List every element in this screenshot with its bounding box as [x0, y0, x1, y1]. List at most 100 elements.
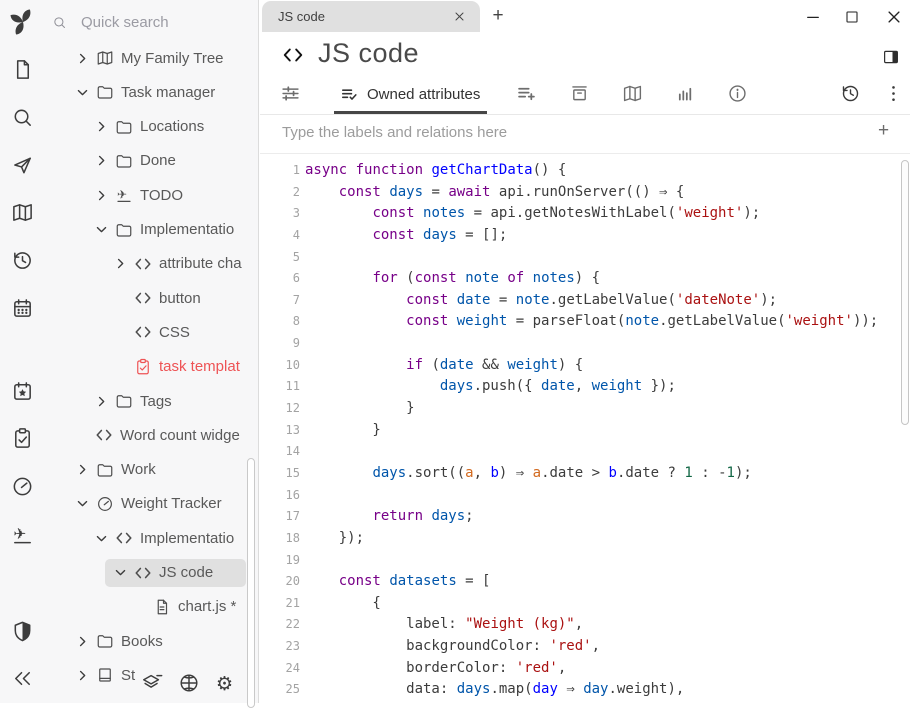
- chevron-right-icon[interactable]: [95, 119, 115, 134]
- tree-item-chart-js[interactable]: chart.js *: [45, 590, 258, 624]
- sliders-icon[interactable]: [280, 83, 301, 104]
- add-attribute-button[interactable]: +: [878, 120, 889, 142]
- quick-search-placeholder: Quick search: [81, 14, 169, 31]
- tab-label: JS code: [278, 9, 453, 24]
- history-icon[interactable]: [840, 83, 861, 104]
- chevron-right-icon[interactable]: [76, 462, 96, 477]
- folder-icon: [96, 83, 114, 101]
- map-book-icon: [96, 49, 114, 67]
- tab-js-code[interactable]: JS code: [262, 1, 480, 32]
- map-book-icon[interactable]: [622, 83, 643, 104]
- tree-item-implementatio[interactable]: Implementatio: [45, 521, 258, 555]
- new-tab-button[interactable]: +: [486, 3, 510, 29]
- ribbon-tab-owned-attributes[interactable]: Owned attributes: [334, 76, 494, 112]
- chevron-down-icon[interactable]: [95, 222, 115, 237]
- launcher-plane-icon[interactable]: ✈: [0, 523, 45, 546]
- tree-item-js-code[interactable]: JS code: [45, 556, 258, 590]
- chevron-down-icon[interactable]: [76, 496, 96, 511]
- tree-item-todo[interactable]: ✈TODO: [45, 178, 258, 212]
- trilium-logo: [8, 7, 38, 37]
- code-line-5: 5: [260, 247, 910, 269]
- attribute-editor[interactable]: Type the labels and relations here +: [260, 114, 910, 153]
- code-line-2: 2 const days = await api.runOnServer(() …: [260, 182, 910, 204]
- tree-item-task-templat[interactable]: task templat: [45, 350, 258, 384]
- note-map-icon: [11, 201, 34, 224]
- left-panel: ✈ Quick search My Family TreeTask manage…: [0, 0, 259, 703]
- clipboard-check-icon: [134, 358, 152, 376]
- tree-item-implementatio[interactable]: Implementatio: [45, 213, 258, 247]
- launcher-gauge-icon[interactable]: [0, 475, 45, 498]
- folder-icon: [115, 221, 133, 239]
- chevron-right-icon[interactable]: [114, 256, 134, 271]
- right-pane-toggle-icon[interactable]: [882, 48, 900, 66]
- tree-item-task-manager[interactable]: Task manager: [45, 75, 258, 109]
- launcher-note-map-icon[interactable]: [0, 201, 45, 224]
- launcher-calendar-star-icon[interactable]: [0, 380, 45, 403]
- tree-item-books[interactable]: Books: [45, 624, 258, 658]
- code-line-9: 9: [260, 333, 910, 355]
- line-number: 17: [260, 506, 300, 528]
- chevron-down-icon[interactable]: [114, 565, 134, 580]
- chevron-right-icon[interactable]: [95, 153, 115, 168]
- plane-icon: ✈: [11, 523, 34, 546]
- list-plus-icon[interactable]: [516, 83, 537, 104]
- quick-search-input[interactable]: Quick search: [45, 8, 251, 36]
- tree-item-button[interactable]: button: [45, 281, 258, 315]
- line-number: 8: [260, 311, 300, 333]
- code-editor[interactable]: 1async function getChartData() {2 const …: [260, 155, 910, 703]
- tree-item-attribute-cha[interactable]: attribute cha: [45, 247, 258, 281]
- tree-item-label: Books: [121, 633, 163, 650]
- tree-item-my-family-tree[interactable]: My Family Tree: [45, 41, 258, 75]
- launcher-clipboard-check-icon[interactable]: [0, 427, 45, 450]
- launcher-calendar-icon[interactable]: [0, 297, 45, 320]
- maximize-icon[interactable]: [844, 9, 860, 25]
- archive-icon[interactable]: [569, 83, 590, 104]
- tab-close-icon[interactable]: [453, 10, 466, 23]
- bar-chart-icon[interactable]: [675, 83, 696, 104]
- launcher-shield-icon[interactable]: [0, 620, 45, 643]
- launcher-recent-changes-icon[interactable]: [0, 249, 45, 272]
- code-line-16: 16: [260, 485, 910, 507]
- chevron-down-icon[interactable]: [76, 85, 96, 100]
- code-line-24: 24 borderColor: 'red',: [260, 658, 910, 680]
- close-icon[interactable]: [885, 8, 903, 26]
- tree-item-locations[interactable]: Locations: [45, 110, 258, 144]
- chevron-right-icon[interactable]: [95, 394, 115, 409]
- chevron-right-icon[interactable]: [76, 634, 96, 649]
- note-type-icon[interactable]: [282, 44, 304, 66]
- code-icon: [134, 255, 152, 273]
- code-icon: [134, 289, 152, 307]
- code-icon: [134, 564, 152, 582]
- list-check-icon: [340, 85, 359, 104]
- gear-icon[interactable]: ⚙: [215, 672, 237, 694]
- plane-icon: ✈: [115, 186, 133, 204]
- code-line-21: 21 {: [260, 593, 910, 615]
- launcher-new-note-icon[interactable]: [0, 58, 45, 81]
- code-line-6: 6 for (const note of notes) {: [260, 268, 910, 290]
- tree-item-tags[interactable]: Tags: [45, 384, 258, 418]
- info-circle-icon[interactable]: [727, 83, 748, 104]
- tree-item-work[interactable]: Work: [45, 453, 258, 487]
- globe-icon[interactable]: [178, 672, 200, 694]
- note-title[interactable]: JS code: [318, 38, 419, 69]
- tree-item-done[interactable]: Done: [45, 144, 258, 178]
- launcher-jump-to-note-icon[interactable]: [0, 154, 45, 177]
- kebab-icon[interactable]: [883, 83, 904, 104]
- launcher-bar: ✈: [0, 0, 45, 703]
- tree-item-weight-tracker[interactable]: Weight Tracker: [45, 487, 258, 521]
- code-line-20: 20 const datasets = [: [260, 571, 910, 593]
- chevron-right-icon[interactable]: [76, 51, 96, 66]
- tree-item-label: Done: [140, 152, 176, 169]
- tree-item-word-count-widge[interactable]: Word count widge: [45, 418, 258, 452]
- minimize-icon[interactable]: [804, 8, 822, 26]
- code-scrollbar[interactable]: [901, 160, 909, 425]
- layers-minus-icon[interactable]: [141, 672, 163, 694]
- tree-item-css[interactable]: CSS: [45, 315, 258, 349]
- line-number: 1: [260, 160, 300, 182]
- tree-scrollbar[interactable]: [247, 458, 255, 708]
- code-line-12: 12 }: [260, 398, 910, 420]
- chevron-right-icon[interactable]: [95, 188, 115, 203]
- shield-icon: [11, 620, 34, 643]
- chevron-down-icon[interactable]: [95, 531, 115, 546]
- launcher-search-icon[interactable]: [0, 106, 45, 129]
